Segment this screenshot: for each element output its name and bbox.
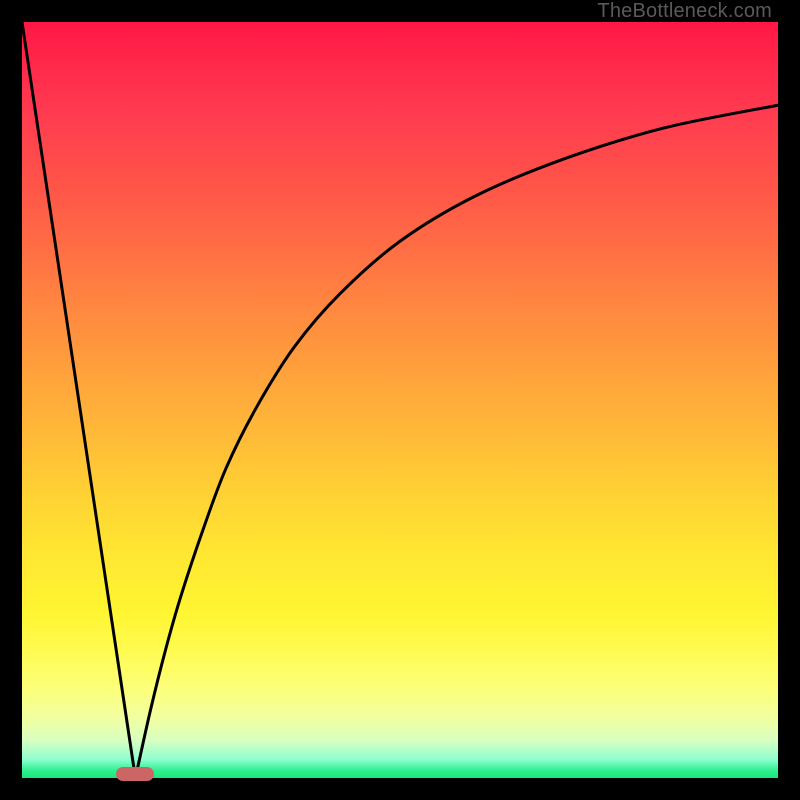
curve-right-branch: [135, 105, 778, 778]
chart-curve-layer: [22, 22, 778, 778]
optimal-point-marker: [116, 767, 154, 781]
chart-plot-area: [22, 22, 778, 778]
curve-left-branch: [22, 22, 135, 778]
watermark-text: TheBottleneck.com: [597, 0, 772, 23]
